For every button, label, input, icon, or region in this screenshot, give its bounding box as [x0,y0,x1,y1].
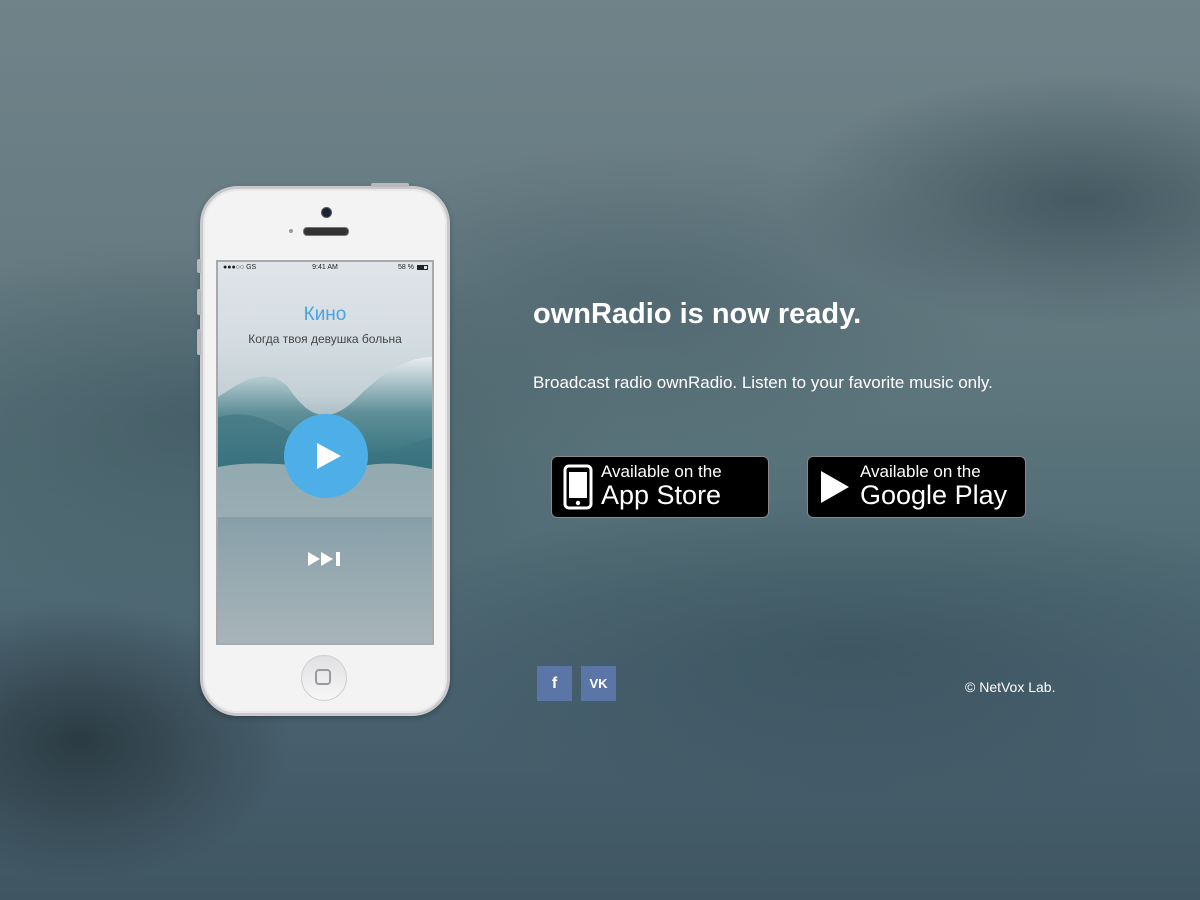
google-play-label: Google Play [860,480,1008,510]
app-store-button[interactable]: Available on the App Store [551,456,769,518]
phone-sensor [289,229,293,233]
phone-screen: ●●●○○ GS 9:41 AM 58 % Кино Когда твоя де… [216,260,434,645]
page-headline: ownRadio is now ready. [533,298,862,330]
next-track-icon[interactable] [306,550,346,568]
phone-icon [563,464,593,510]
phone-speaker [303,227,349,236]
app-store-label: App Store [601,480,722,510]
facebook-link[interactable]: f [537,666,572,701]
play-icon [317,443,341,469]
battery-icon [417,265,428,270]
background-image [0,0,1200,900]
facebook-icon: f [551,674,558,692]
track-title: Когда твоя девушка больна [248,332,402,346]
track-artist: Кино [303,304,347,325]
phone-power-button [371,183,409,187]
phone-mute-switch [197,259,201,273]
phone-volume-up [197,289,201,315]
play-button[interactable] [284,414,368,498]
app-store-small-label: Available on the [601,462,722,481]
vk-link[interactable]: VK [581,666,616,701]
copyright-text: © NetVox Lab. [965,679,1056,695]
home-button [301,655,347,701]
phone-mockup: ●●●○○ GS 9:41 AM 58 % Кино Когда твоя де… [197,183,450,716]
vk-icon: VK [589,676,608,691]
play-triangle-icon [821,471,849,503]
battery-percent: 58 % [398,264,414,271]
phone-camera [321,207,332,218]
google-play-small-label: Available on the [860,462,981,481]
phone-volume-down [197,329,201,355]
status-bar: ●●●○○ GS 9:41 AM 58 % [218,262,432,274]
google-play-button[interactable]: Available on the Google Play [807,456,1026,518]
page-subtitle: Broadcast radio ownRadio. Listen to your… [533,373,993,392]
